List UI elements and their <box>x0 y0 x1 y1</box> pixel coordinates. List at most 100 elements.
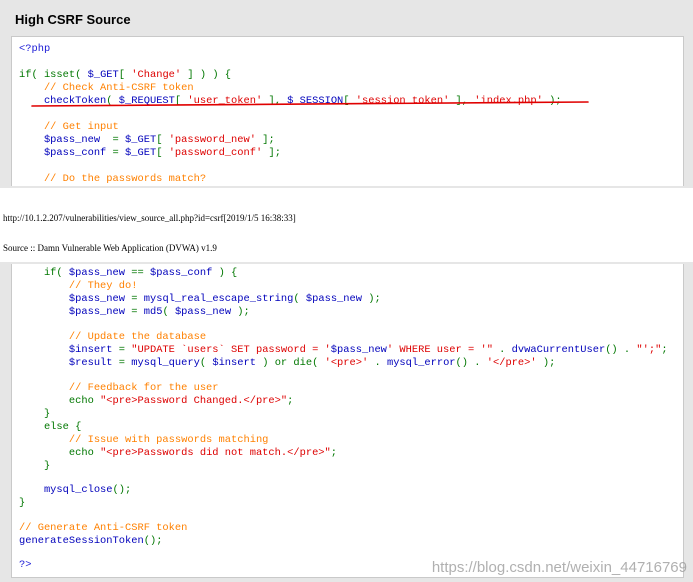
code-token: ); <box>231 306 250 318</box>
code-token: ( <box>162 306 175 318</box>
code-token: . <box>368 357 387 369</box>
code-token: ) { <box>212 267 238 279</box>
watermark: https://blog.csdn.net/weixin_44716769 <box>431 559 687 576</box>
php-close-tag: ?> <box>19 559 31 572</box>
code-token: ?> <box>19 559 32 571</box>
code-token: $pass_new <box>330 344 387 356</box>
code-token: // They do! <box>19 280 138 292</box>
code-token: ; <box>287 395 294 407</box>
code-token: mysql_close <box>19 484 113 496</box>
code-token: } <box>19 497 26 509</box>
code-token: = <box>106 147 126 159</box>
code-token: = <box>125 306 144 318</box>
code-token: ' WHERE user = '" <box>386 344 493 356</box>
code-token: ]; <box>262 147 281 159</box>
code-token: ); <box>536 357 556 369</box>
code-line: if( isset( $_GET[ 'Change' ] ) ) { <box>19 69 231 82</box>
code-token: // Feedback for the user <box>19 382 219 394</box>
code-token: $pass_conf <box>19 147 107 159</box>
source-panel-top: High CSRF Source <?php if( isset( $_GET[… <box>0 0 693 188</box>
code-line: echo "<pre>Password Changed.</pre>"; <box>19 395 294 408</box>
code-line: $pass_new = $_GET[ 'password_new' ]; <box>19 134 275 147</box>
code-token: ]; <box>255 134 275 146</box>
code-block-top: <?php if( isset( $_GET[ 'Change' ] ) ) {… <box>11 36 684 186</box>
code-line: $insert = "UPDATE `users` SET password =… <box>19 344 668 357</box>
code-line: } <box>19 497 25 510</box>
code-token: mysql_real_escape_string <box>143 293 294 305</box>
code-line: generateSessionToken(); <box>19 535 162 548</box>
red-underline-annotation <box>31 101 589 107</box>
code-token: // Generate Anti-CSRF token <box>19 522 188 534</box>
code-token: = <box>100 134 126 146</box>
code-token: $pass_new <box>174 306 232 318</box>
code-token: ( <box>199 357 213 369</box>
code-token: "<pre>Password Changed.</pre>" <box>100 395 288 407</box>
code-token: [ <box>156 134 169 146</box>
code-token: $insert <box>19 344 113 356</box>
code-line: } <box>19 460 50 473</box>
code-line: if( $pass_new == $pass_conf ) { <box>19 267 237 280</box>
code-token: 'Change' <box>131 69 182 81</box>
page-url-footer: http://10.1.2.207/vulnerabilities/view_s… <box>3 213 296 223</box>
code-token: $result <box>19 357 113 369</box>
panel-title: High CSRF Source <box>15 12 131 27</box>
code-token: $insert <box>212 357 256 369</box>
code-token: // Update the database <box>19 331 207 343</box>
code-token: == <box>125 267 150 279</box>
code-token: if( <box>19 267 69 279</box>
code-token: $pass_new <box>19 293 126 305</box>
code-token: $_GET <box>125 134 157 146</box>
code-comment: // Feedback for the user <box>19 382 219 395</box>
code-token: ; <box>330 447 338 459</box>
code-comment: // Generate Anti-CSRF token <box>19 522 187 535</box>
code-comment: // Update the database <box>19 331 206 344</box>
code-token: generateSessionToken <box>19 535 144 547</box>
code-line: else { <box>19 421 81 434</box>
code-token: mysql_query <box>131 357 200 369</box>
code-token: md5 <box>143 306 163 318</box>
code-token: . <box>492 344 512 356</box>
code-comment: // Issue with passwords matching <box>19 434 269 447</box>
code-token: } <box>19 460 51 472</box>
code-token: '<pre>' <box>324 357 369 369</box>
code-token: if( isset( <box>19 69 88 81</box>
page-heading: Source :: Damn Vulnerable Web Applicatio… <box>3 243 217 253</box>
code-token: 'password_new' <box>168 134 256 146</box>
code-token: "<pre>Passwords did not match.</pre>" <box>100 447 331 459</box>
code-token: () . <box>455 357 487 369</box>
code-token: echo <box>19 447 101 459</box>
code-token: ); <box>362 293 381 305</box>
code-block-bottom: if( $pass_new == $pass_conf ) { // They … <box>11 264 684 578</box>
code-token: = <box>112 344 132 356</box>
code-token: $_GET <box>87 69 119 81</box>
code-token: // Do the passwords match? <box>19 173 207 185</box>
code-token: 'password_conf' <box>168 147 263 159</box>
code-line: $pass_new = mysql_real_escape_string( $p… <box>19 293 381 306</box>
code-token: $pass_new <box>305 293 362 305</box>
code-token: ] ) ) { <box>181 69 232 81</box>
code-token: } <box>19 408 51 420</box>
code-token: [ <box>118 69 132 81</box>
code-line: $result = mysql_query( $insert ) or die(… <box>19 357 555 370</box>
code-comment: // Check Anti-CSRF token <box>19 82 194 95</box>
code-token: ) or die( <box>255 357 325 369</box>
code-token: $pass_conf <box>149 267 213 279</box>
code-token: '</pre>' <box>486 357 537 369</box>
code-line: mysql_close(); <box>19 484 131 497</box>
php-open-tag: <?php <box>19 43 51 55</box>
code-token: else { <box>19 421 82 433</box>
code-token: // Check Anti-CSRF token <box>19 82 194 94</box>
code-token: $pass_new <box>19 134 101 146</box>
code-comment: // Do the passwords match? <box>19 173 206 186</box>
code-token: ; <box>661 344 668 356</box>
code-token: $_GET <box>125 147 157 159</box>
code-token: (); <box>143 535 163 547</box>
code-token: // Get input <box>19 121 119 133</box>
code-line: } <box>19 408 50 421</box>
code-token: // Issue with passwords matching <box>19 434 269 446</box>
code-token: $pass_new <box>19 306 126 318</box>
code-token: [ <box>156 147 169 159</box>
code-comment: // They do! <box>19 280 138 293</box>
code-token: $pass_new <box>68 267 126 279</box>
code-line: $pass_new = md5( $pass_new ); <box>19 306 250 319</box>
